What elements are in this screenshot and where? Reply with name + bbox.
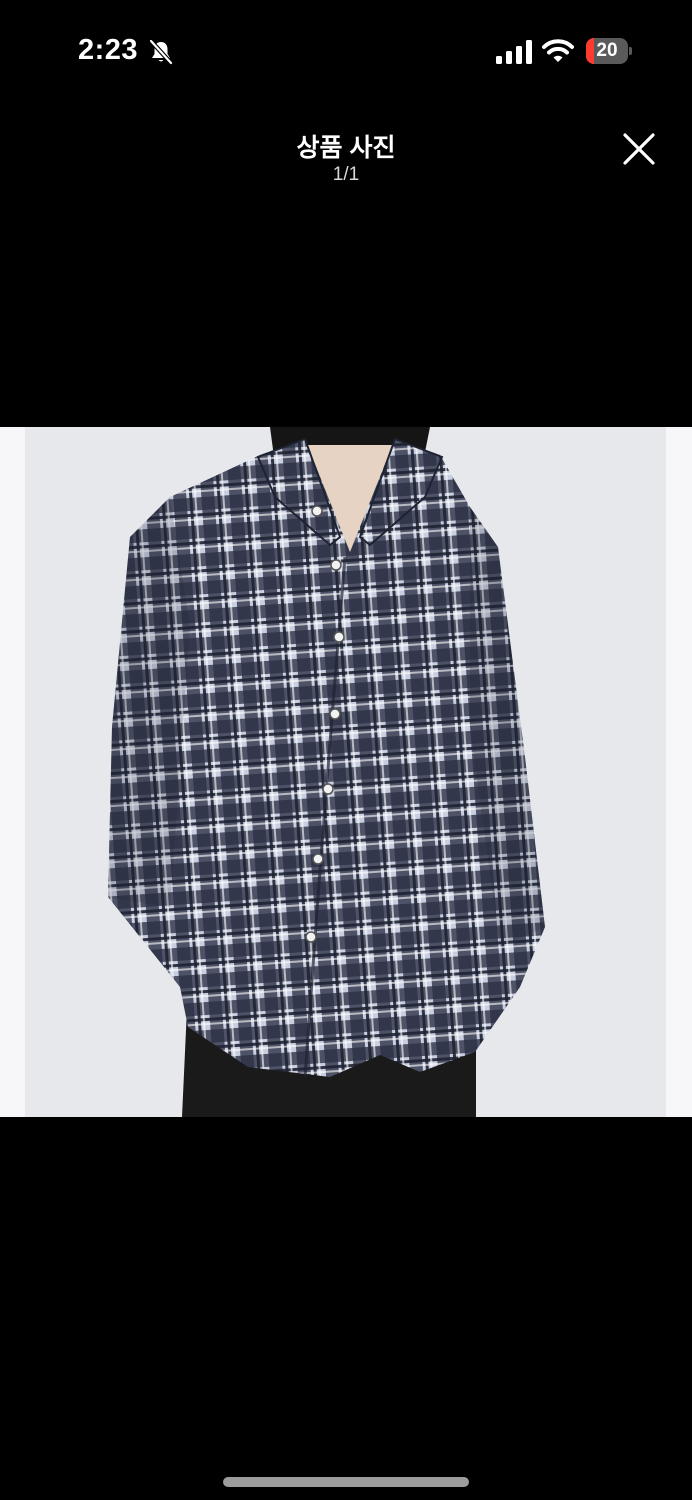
battery-icon: 20 bbox=[586, 38, 632, 64]
wifi-icon bbox=[542, 39, 574, 62]
status-time: 2:23 bbox=[78, 34, 139, 66]
close-icon[interactable] bbox=[618, 128, 660, 170]
product-photo-image bbox=[0, 427, 692, 1117]
image-counter: 1/1 bbox=[332, 164, 360, 185]
viewer-header: 상품 사진 1/1 bbox=[0, 120, 692, 200]
page-title: 상품 사진 bbox=[296, 134, 396, 162]
product-photo bbox=[0, 427, 692, 1117]
home-indicator[interactable] bbox=[223, 1477, 469, 1487]
cellular-signal-icon bbox=[496, 40, 532, 64]
status-bar: 2:23 20 bbox=[0, 0, 692, 100]
bell-slash-icon bbox=[149, 39, 173, 65]
battery-level: 20 bbox=[596, 40, 618, 61]
